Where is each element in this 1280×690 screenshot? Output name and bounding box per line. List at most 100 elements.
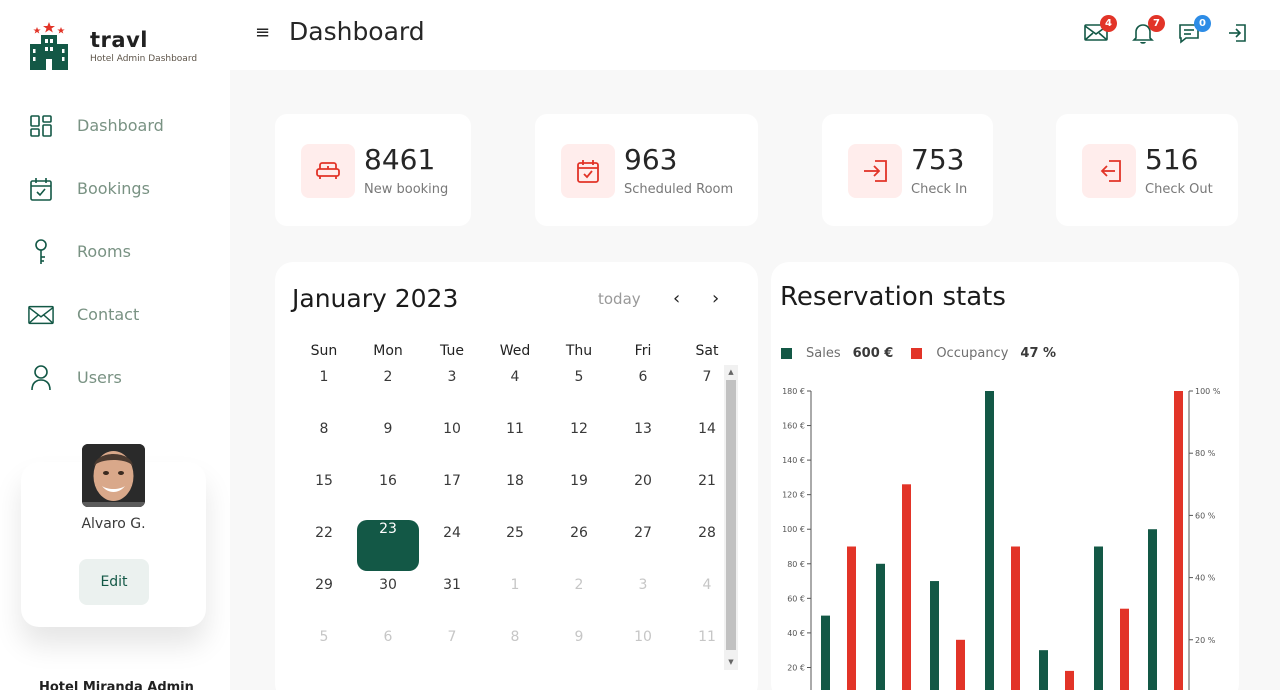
calendar-day[interactable]: 17 [420,473,484,489]
hotel-icon [28,22,70,70]
calendar-day[interactable]: 6 [356,629,420,645]
sidebar-item-contact[interactable]: Contact [0,283,230,346]
calendar-day[interactable]: 4 [483,369,547,385]
kpi-value: 8461 [364,143,436,176]
y-tick-label-right: 100 % [1195,387,1221,396]
y-tick-label-left: 40 € [787,629,805,638]
weekday-header: Wed [499,343,531,359]
calendar-card: January 2023 today ‹ › Sun Mon Tue Wed Thu Fr… [275,262,758,690]
kpi-value: 963 [624,143,678,176]
calendar-day[interactable]: 2 [547,577,611,593]
sidebar-item-dashboard[interactable]: Dashboard [0,94,230,157]
calendar-day[interactable]: 6 [611,369,675,385]
chat-icon [1178,24,1200,48]
sidebar-item-label: Dashboard [77,116,164,135]
calendar-day[interactable]: 1 [483,577,547,593]
calendar-day[interactable]: 8 [483,629,547,645]
kpi-check-in[interactable]: 753 Check In [822,114,993,226]
y-tick-label-left: 180 € [782,387,805,396]
calendar-check-icon [561,144,615,198]
legend-swatch-occupancy [911,348,923,359]
calendar-day[interactable]: 26 [547,525,611,541]
menu-toggle-icon[interactable]: ≡ [255,22,270,43]
sidebar-item-users[interactable]: Users [0,346,230,409]
kpi-check-out[interactable]: 516 Check Out [1056,114,1238,226]
calendar-day[interactable]: 30 [356,577,420,593]
messages-button[interactable]: 4 [1084,15,1117,46]
calendar-check-icon [28,176,54,202]
calendar-day[interactable]: 12 [547,421,611,437]
calendar-day[interactable]: 18 [483,473,547,489]
bed-icon [301,144,355,198]
edit-profile-button[interactable]: Edit [79,559,149,605]
calendar-day[interactable]: 19 [547,473,611,489]
calendar-day-selected[interactable]: 23 [356,521,420,537]
legend-label: Sales [806,346,841,361]
kpi-new-booking[interactable]: 8461 New booking [275,114,471,226]
weekday-header: Sat [695,343,719,359]
bar-sales [1148,529,1157,690]
weekday-header: Tue [440,343,464,359]
calendar-day[interactable]: 5 [547,369,611,385]
key-icon [28,238,54,265]
weekday-header: Thu [565,343,593,359]
y-tick-label-right: 20 % [1195,636,1216,645]
sidebar-item-rooms[interactable]: Rooms [0,220,230,283]
sidebar-nav: Dashboard Bookings Rooms Contact Users [0,94,230,409]
calendar-day[interactable]: 31 [420,577,484,593]
scroll-up-arrow-icon[interactable]: ▲ [724,365,738,380]
notifications-button[interactable]: 7 [1132,15,1165,46]
weekday-header: Fri [634,343,652,359]
bar-sales [1094,546,1103,690]
calendar-day[interactable]: 1 [292,369,356,385]
kpi-value: 516 [1145,143,1199,176]
sidebar-item-label: Rooms [77,242,131,261]
sidebar-item-bookings[interactable]: Bookings [0,157,230,220]
calendar-day[interactable]: 8 [292,421,356,437]
page-title: Dashboard [289,17,425,46]
legend-label: Occupancy [936,346,1009,361]
chevron-left-icon[interactable]: ‹ [673,288,680,309]
logout-button[interactable] [1226,22,1252,46]
chat-button[interactable]: 0 [1178,15,1211,48]
calendar-day[interactable]: 20 [611,473,675,489]
calendar-day[interactable]: 11 [483,421,547,437]
calendar-day[interactable]: 16 [356,473,420,489]
calendar-day[interactable]: 29 [292,577,356,593]
bar-occupancy [902,484,911,690]
kpi-label: Check Out [1145,182,1213,197]
kpi-scheduled-room[interactable]: 963 Scheduled Room [535,114,758,226]
kpi-label: Scheduled Room [624,182,734,197]
chevron-right-icon[interactable]: › [712,288,719,309]
calendar-day[interactable]: 24 [420,525,484,541]
calendar-day[interactable]: 9 [547,629,611,645]
calendar-day[interactable]: 15 [292,473,356,489]
dashboard-icon [28,113,54,139]
chart-legend: Sales 600 € Occupancy 47 % [781,346,1074,361]
calendar-day[interactable]: 22 [292,525,356,541]
calendar-day[interactable]: 13 [611,421,675,437]
calendar-day[interactable]: 5 [292,629,356,645]
calendar-day[interactable]: 25 [483,525,547,541]
bar-occupancy [1011,546,1020,690]
bar-sales [930,581,939,690]
bar-sales [821,615,830,690]
bar-sales [1039,650,1048,690]
stats-title: Reservation stats [780,282,1006,312]
brand-logo[interactable]: travl Hotel Admin Dashboard [28,22,197,70]
calendar-day[interactable]: 3 [420,369,484,385]
kpi-value: 753 [911,143,965,176]
calendar-day[interactable]: 7 [420,629,484,645]
calendar-day[interactable]: 3 [611,577,675,593]
calendar-day[interactable]: 9 [356,421,420,437]
calendar-today-button[interactable]: today [598,290,641,308]
calendar-day[interactable]: 10 [420,421,484,437]
notifications-badge: 7 [1148,15,1165,32]
y-tick-label-left: 60 € [787,594,805,603]
calendar-day[interactable]: 10 [611,629,675,645]
calendar-day[interactable]: 27 [611,525,675,541]
bar-occupancy [1120,608,1129,690]
calendar-day[interactable]: 2 [356,369,420,385]
calendar-scrollbar-thumb[interactable] [726,380,736,650]
scroll-down-arrow-icon[interactable]: ▼ [724,655,738,670]
